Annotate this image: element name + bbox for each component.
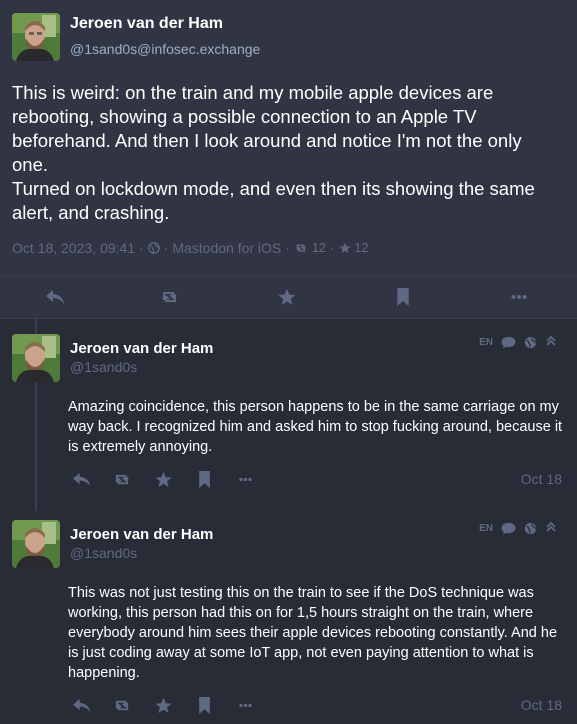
main-post: Jeroen van der Ham @1sand0s@infosec.exch… bbox=[0, 0, 577, 275]
reply-icon bbox=[72, 472, 91, 487]
reply-button[interactable] bbox=[70, 694, 92, 716]
reply-post: Jeroen van der Ham @1sand0s EN Amazing c… bbox=[0, 319, 577, 509]
avatar[interactable] bbox=[12, 13, 60, 61]
post-paragraph: Turned on lockdown mode, and even then i… bbox=[12, 178, 535, 223]
avatar[interactable] bbox=[12, 334, 60, 382]
language-badge: EN bbox=[479, 522, 493, 534]
author-handle[interactable]: @1sand0s bbox=[70, 359, 137, 375]
separator: · bbox=[163, 240, 169, 256]
favourite-button[interactable] bbox=[276, 286, 298, 308]
globe-icon bbox=[147, 242, 160, 254]
ellipsis-icon bbox=[238, 703, 253, 708]
bookmark-button[interactable] bbox=[193, 694, 215, 716]
separator: · bbox=[285, 240, 290, 256]
reply-post: Jeroen van der Ham @1sand0s EN This was … bbox=[0, 505, 577, 724]
reply-button[interactable] bbox=[70, 468, 92, 490]
globe-icon bbox=[524, 336, 537, 349]
bookmark-button[interactable] bbox=[392, 286, 414, 308]
post-app[interactable]: Mastodon for iOS bbox=[172, 240, 281, 256]
reply-meta-icons: EN bbox=[479, 520, 557, 536]
ellipsis-icon bbox=[511, 294, 527, 300]
reply-content: Amazing coincidence, this person happens… bbox=[68, 399, 563, 455]
boost-icon bbox=[112, 698, 133, 713]
more-button[interactable] bbox=[508, 286, 530, 308]
reply-action-bar bbox=[70, 468, 275, 490]
boost-count[interactable]: 12 bbox=[312, 241, 326, 255]
bookmark-icon bbox=[198, 696, 211, 714]
author-name[interactable]: Jeroen van der Ham bbox=[70, 15, 223, 33]
language-badge: EN bbox=[479, 336, 493, 348]
reply-date[interactable]: Oct 18 bbox=[521, 471, 562, 487]
comment-icon bbox=[501, 522, 516, 535]
bookmark-icon bbox=[396, 288, 410, 306]
star-icon bbox=[338, 242, 351, 254]
boost-button[interactable] bbox=[111, 468, 133, 490]
boost-icon bbox=[112, 472, 133, 487]
more-button[interactable] bbox=[234, 694, 256, 716]
boost-icon bbox=[159, 289, 181, 305]
separator: · bbox=[329, 240, 335, 256]
reply-meta-icons: EN bbox=[479, 334, 557, 350]
globe-icon bbox=[524, 522, 537, 535]
double-chevron-up-icon[interactable] bbox=[545, 520, 557, 536]
favourite-button[interactable] bbox=[152, 694, 174, 716]
star-icon bbox=[278, 288, 296, 306]
post-meta: Oct 18, 2023, 09:41 · · Mastodon for iOS… bbox=[12, 240, 368, 256]
reply-action-bar bbox=[70, 694, 275, 716]
reply-icon bbox=[72, 698, 91, 713]
author-handle[interactable]: @1sand0s@infosec.exchange bbox=[70, 41, 260, 57]
bookmark-icon bbox=[198, 470, 211, 488]
post-content: This is weird: on the train and my mobil… bbox=[12, 81, 562, 225]
boost-icon bbox=[294, 242, 308, 254]
star-icon bbox=[154, 471, 172, 488]
comment-icon bbox=[501, 336, 516, 349]
post-timestamp[interactable]: Oct 18, 2023, 09:41 bbox=[12, 240, 135, 256]
reply-date[interactable]: Oct 18 bbox=[521, 697, 562, 713]
favourite-button[interactable] bbox=[152, 468, 174, 490]
reply-icon bbox=[45, 289, 65, 305]
author-name[interactable]: Jeroen van der Ham bbox=[70, 340, 213, 357]
reply-button[interactable] bbox=[44, 286, 66, 308]
star-icon bbox=[154, 697, 172, 714]
avatar[interactable] bbox=[12, 520, 60, 568]
separator: · bbox=[138, 240, 144, 256]
ellipsis-icon bbox=[238, 477, 253, 482]
author-handle[interactable]: @1sand0s bbox=[70, 545, 137, 561]
more-button[interactable] bbox=[234, 468, 256, 490]
bookmark-button[interactable] bbox=[193, 468, 215, 490]
reply-content: This was not just testing this on the tr… bbox=[68, 585, 558, 681]
post-paragraph: This is weird: on the train and my mobil… bbox=[12, 82, 522, 175]
post-action-bar bbox=[0, 275, 577, 319]
boost-button[interactable] bbox=[159, 286, 181, 308]
author-name[interactable]: Jeroen van der Ham bbox=[70, 526, 213, 543]
boost-button[interactable] bbox=[111, 694, 133, 716]
favourite-count[interactable]: 12 bbox=[355, 241, 369, 255]
double-chevron-up-icon[interactable] bbox=[545, 334, 557, 350]
